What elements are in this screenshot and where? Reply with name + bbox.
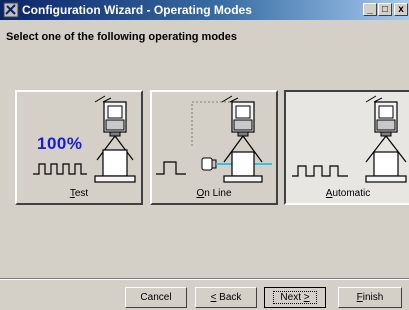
maximize-button[interactable]: □ — [378, 3, 392, 16]
dashed-path-icon — [191, 101, 232, 146]
mode-test-button[interactable]: 100% Test — [15, 90, 143, 205]
mode-automatic-label: Automatic — [325, 188, 371, 199]
mode-automatic-button[interactable]: Automatic — [284, 90, 409, 205]
scanner-icon — [94, 95, 136, 183]
back-button[interactable]: < Back — [195, 287, 257, 308]
mode-online-label: On Line — [196, 188, 232, 199]
pulse-waveform-icon — [292, 165, 348, 177]
window-title: Configuration Wizard - Operating Modes — [22, 3, 252, 17]
close-button[interactable]: x — [394, 3, 408, 16]
finish-button[interactable]: Finish — [338, 287, 402, 308]
mode-test-label: Test — [69, 188, 89, 199]
online-mode-illustration — [156, 95, 272, 183]
footer-separator — [0, 278, 409, 280]
scanner-icon — [365, 95, 407, 183]
next-button[interactable]: Next > — [264, 287, 326, 308]
pulse-icon — [156, 161, 186, 175]
mode-online-button[interactable]: On Line — [150, 90, 278, 205]
scanner-icon — [221, 95, 263, 183]
wizard-icon — [3, 2, 19, 18]
automatic-mode-illustration — [292, 95, 407, 183]
cancel-button[interactable]: Cancel — [125, 287, 187, 308]
pulse-waveform-icon — [33, 163, 87, 175]
title-bar: Configuration Wizard - Operating Modes _… — [0, 0, 409, 20]
instruction-text: Select one of the following operating mo… — [6, 31, 238, 43]
percent-label: 100% — [37, 134, 83, 153]
minimize-button[interactable]: _ — [363, 3, 377, 16]
